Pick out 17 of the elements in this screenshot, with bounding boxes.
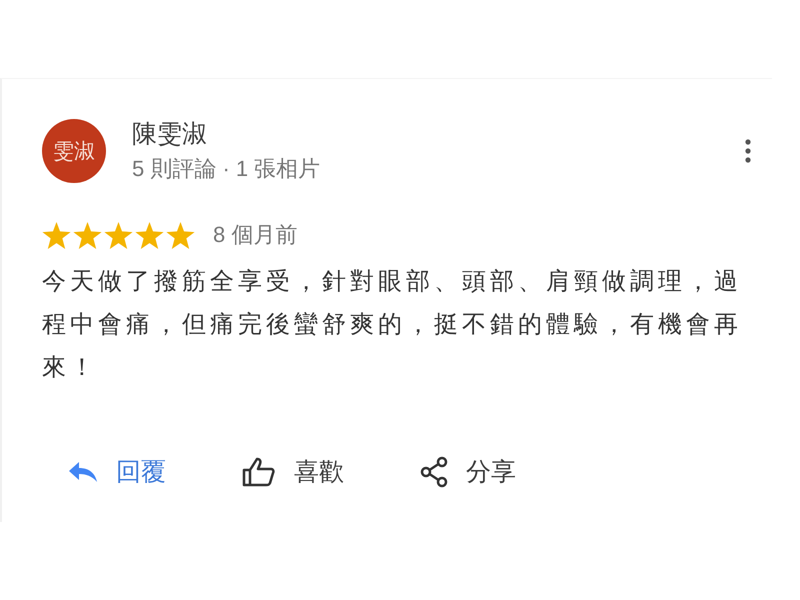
star-icon: [166, 222, 195, 248]
review-text: 今天做了撥筋全享受，針對眼部、頭部、肩頸做調理，過程中會痛，但痛完後蠻舒爽的，挺不錯的體驗，有機會再來！: [42, 267, 743, 383]
share-icon: [420, 456, 448, 488]
star-icon: [73, 222, 102, 248]
share-button[interactable]: 分享: [420, 455, 516, 488]
reply-arrow-icon: [68, 460, 98, 482]
review-time: 8 個月前: [213, 221, 298, 249]
star-icon: [104, 222, 133, 248]
like-button[interactable]: 喜歡: [242, 455, 344, 488]
star-icon: [135, 222, 164, 248]
reply-button[interactable]: 回覆: [68, 455, 166, 488]
reviewer-stats: 5 則評論 · 1 張相片: [132, 155, 322, 183]
star-icon: [42, 222, 71, 248]
avatar: 雯淑: [42, 118, 106, 182]
more-options-icon[interactable]: [744, 138, 752, 162]
thumbs-up-icon: [242, 456, 276, 486]
reviewer-name: 陳雯淑: [132, 119, 208, 150]
